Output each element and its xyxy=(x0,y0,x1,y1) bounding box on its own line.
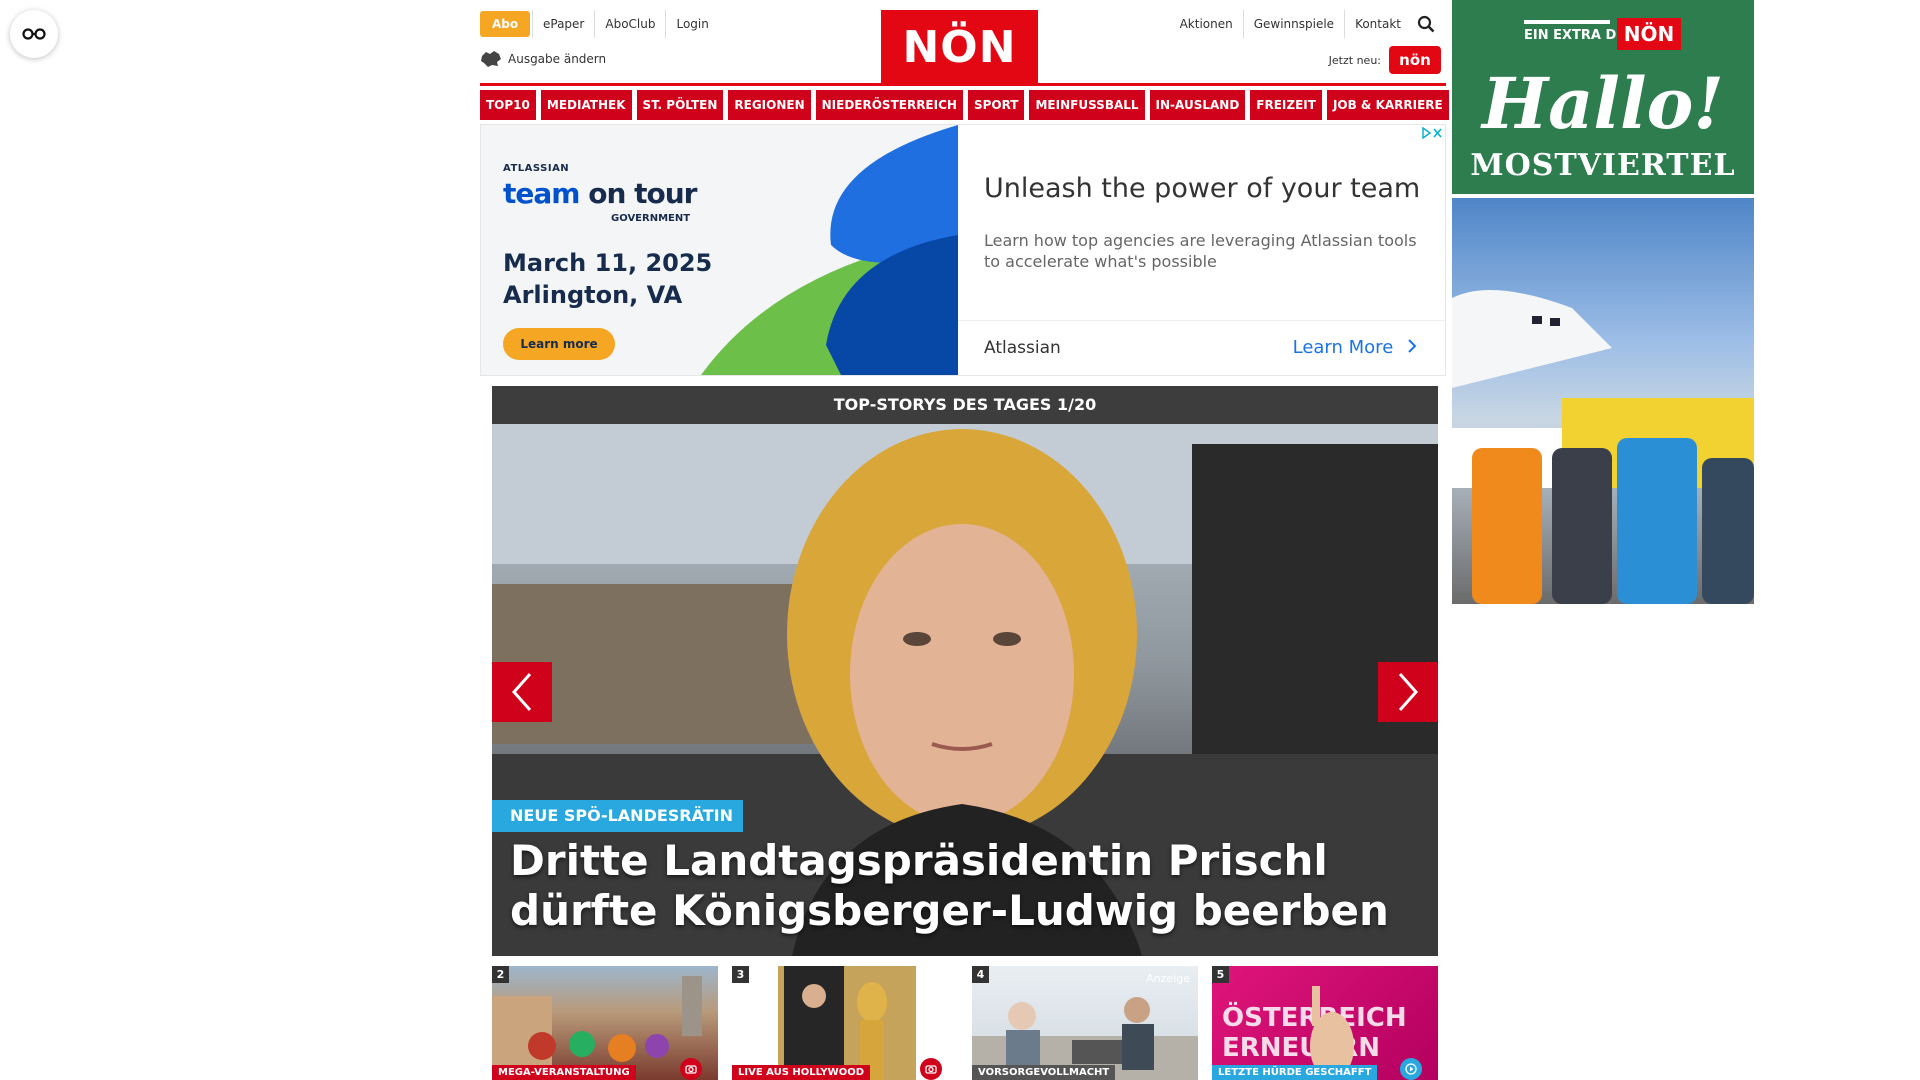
abo-button[interactable]: Abo xyxy=(480,11,531,37)
ad-date-line1: March 11, 2025 xyxy=(503,249,713,277)
top-stories-title: TOP-STORYS DES TAGES 1/20 xyxy=(492,386,1438,424)
kontakt-link[interactable]: Kontakt xyxy=(1344,10,1411,38)
ad-team-blue: team xyxy=(503,177,580,210)
slider-prev-button[interactable] xyxy=(492,662,552,722)
ad-cta-link[interactable]: Learn More xyxy=(1293,337,1417,358)
skyscraper-logo: NÖN xyxy=(1617,18,1681,50)
slider-next-button[interactable] xyxy=(1378,662,1438,722)
lower-austria-map-icon xyxy=(481,51,501,67)
chevron-left-icon xyxy=(511,673,532,711)
login-link[interactable]: Login xyxy=(665,10,718,38)
teaser-tag: VORSORGEVOLLMACHT xyxy=(972,1065,1116,1080)
ad-team-dark: on tour xyxy=(588,177,697,210)
teaser-card[interactable]: 3 LIVE AUS HOLLYWOOD xyxy=(732,966,958,1080)
teaser-number: 4 xyxy=(972,966,989,983)
teaser-tag: MEGA-VERANSTALTUNG xyxy=(492,1065,636,1080)
ad-date: March 11, 2025 Arlington, VA xyxy=(503,247,712,311)
top-stories-slider: TOP-STORYS DES TAGES 1/20 NEUE SPÖ-LANDE… xyxy=(492,386,1438,956)
jetzt-neu[interactable]: Jetzt neu: nön xyxy=(1329,46,1441,74)
camera-icon xyxy=(685,1065,697,1074)
header-divider xyxy=(480,83,1446,86)
teaser-number: 2 xyxy=(492,966,509,983)
chevron-right-icon xyxy=(1408,339,1417,353)
nav-item-meinfussball[interactable]: MEINFUSSBALL xyxy=(1029,90,1145,120)
teaser-row: 2 MEGA-VERANSTALTUNG 3 LIVE AUS HOLLYWOO… xyxy=(492,966,1438,1080)
ad-date-line2: Arlington, VA xyxy=(503,281,683,309)
ausgabe-switch[interactable]: Ausgabe ändern xyxy=(480,50,606,68)
ad-banner[interactable]: ATLASSIAN team on tour GOVERNMENT March … xyxy=(480,124,1446,376)
site-logo[interactable]: NÖN xyxy=(881,10,1038,84)
nav-item-in-ausland[interactable]: IN-AUSLAND xyxy=(1149,90,1246,120)
search-icon xyxy=(1417,15,1435,33)
aktionen-link[interactable]: Aktionen xyxy=(1170,10,1243,38)
nav-item-job-karriere[interactable]: JOB & KARRIERE xyxy=(1326,90,1449,120)
nav-item-st-poelten[interactable]: ST. PÖLTEN xyxy=(636,90,724,120)
adchoices-button[interactable] xyxy=(1419,125,1445,141)
gewinnspiele-link[interactable]: Gewinnspiele xyxy=(1242,10,1344,38)
nav-item-top10[interactable]: TOP10 xyxy=(480,90,536,120)
ad-government: GOVERNMENT xyxy=(611,213,691,224)
teaser-card[interactable]: 2 MEGA-VERANSTALTUNG xyxy=(492,966,718,1080)
teaser-tag: LIVE AUS HOLLYWOOD xyxy=(732,1065,871,1080)
ad-brand: ATLASSIAN xyxy=(503,163,570,174)
play-icon xyxy=(1405,1063,1417,1075)
ad-cta-label: Learn More xyxy=(1292,337,1394,358)
nav-item-sport[interactable]: SPORT xyxy=(967,90,1025,120)
skyscraper-region: MOSTVIERTEL xyxy=(1470,148,1736,183)
gallery-badge xyxy=(680,1058,702,1080)
video-badge xyxy=(1400,1058,1422,1080)
ad-divider xyxy=(958,320,1445,321)
story-kicker[interactable]: NEUE SPÖ-LANDESRÄTIN xyxy=(492,800,744,832)
right-links: Aktionen Gewinnspiele Kontakt xyxy=(1170,10,1441,38)
skyscraper-stripe xyxy=(1524,20,1610,24)
camera-icon xyxy=(925,1065,937,1074)
ad-advertiser: Atlassian xyxy=(984,338,1061,358)
ad-headline[interactable]: Unleash the power of your team xyxy=(984,173,1420,204)
gallery-badge xyxy=(920,1058,942,1080)
aboclub-link[interactable]: AboClub xyxy=(594,10,665,38)
ad-team-title: team on tour xyxy=(503,177,697,210)
search-button[interactable] xyxy=(1411,10,1441,38)
sponsored-label: Anzeige xyxy=(1146,972,1190,985)
page: Abo ePaper AboClub Login Ausgabe ändern … xyxy=(0,0,1920,1080)
chevron-right-icon xyxy=(1398,673,1419,711)
skyscraper-ad[interactable]: EIN EXTRA DER NÖN Hallo! MOSTVIERTEL xyxy=(1452,0,1754,604)
main-nav: TOP10 MEDIATHEK ST. PÖLTEN REGIONEN NIED… xyxy=(480,90,1449,120)
ad-text-panel[interactable]: Unleash the power of your team Learn how… xyxy=(958,125,1445,375)
airport-luggage-photo xyxy=(1452,290,1754,604)
reader-mode-button[interactable] xyxy=(10,10,58,58)
top-links: ePaper AboClub Login xyxy=(532,10,719,38)
site-header: Abo ePaper AboClub Login Ausgabe ändern … xyxy=(480,10,1441,84)
nav-item-mediathek[interactable]: MEDIATHEK xyxy=(540,90,632,120)
jetzt-logo: nön xyxy=(1389,46,1441,74)
teaser-card[interactable]: 4 Anzeige VORSORGEVOLLMACHT xyxy=(972,966,1198,1080)
skyscraper-header: EIN EXTRA DER NÖN Hallo! MOSTVIERTEL xyxy=(1452,0,1754,194)
nav-item-regionen[interactable]: REGIONEN xyxy=(728,90,811,120)
teaser-card[interactable]: ÖSTERREICH ERNEUERN 5 LETZTE HÜRDE GESCH… xyxy=(1212,966,1438,1080)
svg-text:ERNEUERN: ERNEUERN xyxy=(1222,1033,1380,1063)
skyscraper-image xyxy=(1452,198,1754,604)
ad-creative[interactable]: ATLASSIAN team on tour GOVERNMENT March … xyxy=(481,125,958,375)
ad-subtext: Learn how top agencies are leveraging At… xyxy=(984,231,1417,271)
glasses-icon xyxy=(22,28,46,40)
skyscraper-hallo: Hallo! xyxy=(1481,62,1725,145)
teaser-number: 5 xyxy=(1212,966,1229,983)
hero-story[interactable]: NEUE SPÖ-LANDESRÄTIN Dritte Landtagspräs… xyxy=(492,424,1438,956)
jetzt-label: Jetzt neu: xyxy=(1328,53,1381,67)
nav-item-freizeit[interactable]: FREIZEIT xyxy=(1250,90,1322,120)
epaper-link[interactable]: ePaper xyxy=(532,10,594,38)
nav-item-niederoesterreich[interactable]: NIEDERÖSTERREICH xyxy=(815,90,963,120)
story-headline[interactable]: Dritte Landtagspräsidentin Prischl dürft… xyxy=(510,836,1430,936)
ad-learn-more-button[interactable]: Learn more xyxy=(503,328,615,360)
ausgabe-label: Ausgabe ändern xyxy=(508,52,607,66)
teaser-tag: LETZTE HÜRDE GESCHAFFT xyxy=(1212,1065,1378,1080)
adchoices-icon xyxy=(1422,127,1442,139)
teaser-number: 3 xyxy=(732,966,749,983)
